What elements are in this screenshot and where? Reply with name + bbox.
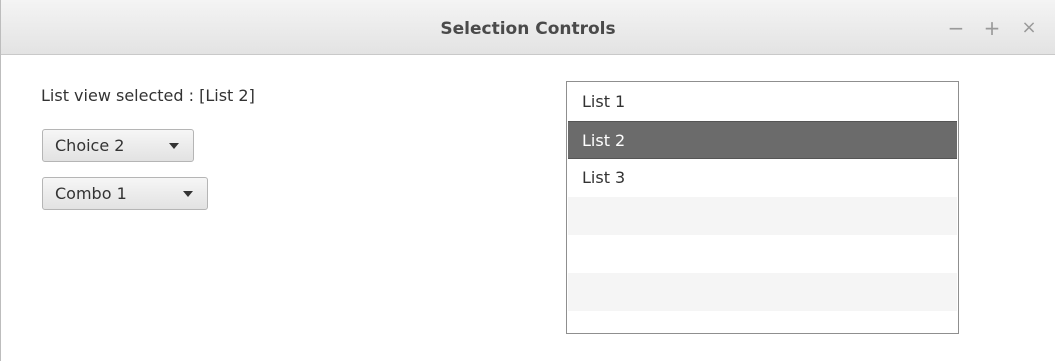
chevron-down-icon: [183, 191, 193, 197]
empty-list-row: [568, 197, 957, 235]
choice-box[interactable]: Choice 2: [42, 129, 194, 162]
list-view[interactable]: List 1 List 2 List 3: [566, 81, 959, 334]
list-selection-label: List view selected : [List 2]: [41, 86, 255, 105]
list-item[interactable]: List 3: [568, 159, 957, 197]
combo-box[interactable]: Combo 1: [42, 177, 208, 210]
maximize-icon[interactable]: +: [981, 14, 1003, 42]
empty-list-row: [568, 235, 957, 273]
close-icon[interactable]: ×: [1018, 14, 1040, 42]
window-title: Selection Controls: [440, 19, 616, 39]
choice-box-value: Choice 2: [55, 136, 125, 155]
title-bar[interactable]: Selection Controls − + ×: [1, 0, 1055, 55]
combo-box-value: Combo 1: [55, 184, 127, 203]
application-window: Selection Controls − + × List view selec…: [0, 0, 1055, 361]
chevron-down-icon: [169, 143, 179, 149]
minimize-icon[interactable]: −: [945, 14, 967, 42]
empty-list-row: [568, 273, 957, 311]
empty-list-row: [568, 311, 957, 333]
list-item-selected[interactable]: List 2: [568, 121, 957, 159]
list-item[interactable]: List 1: [568, 83, 957, 121]
